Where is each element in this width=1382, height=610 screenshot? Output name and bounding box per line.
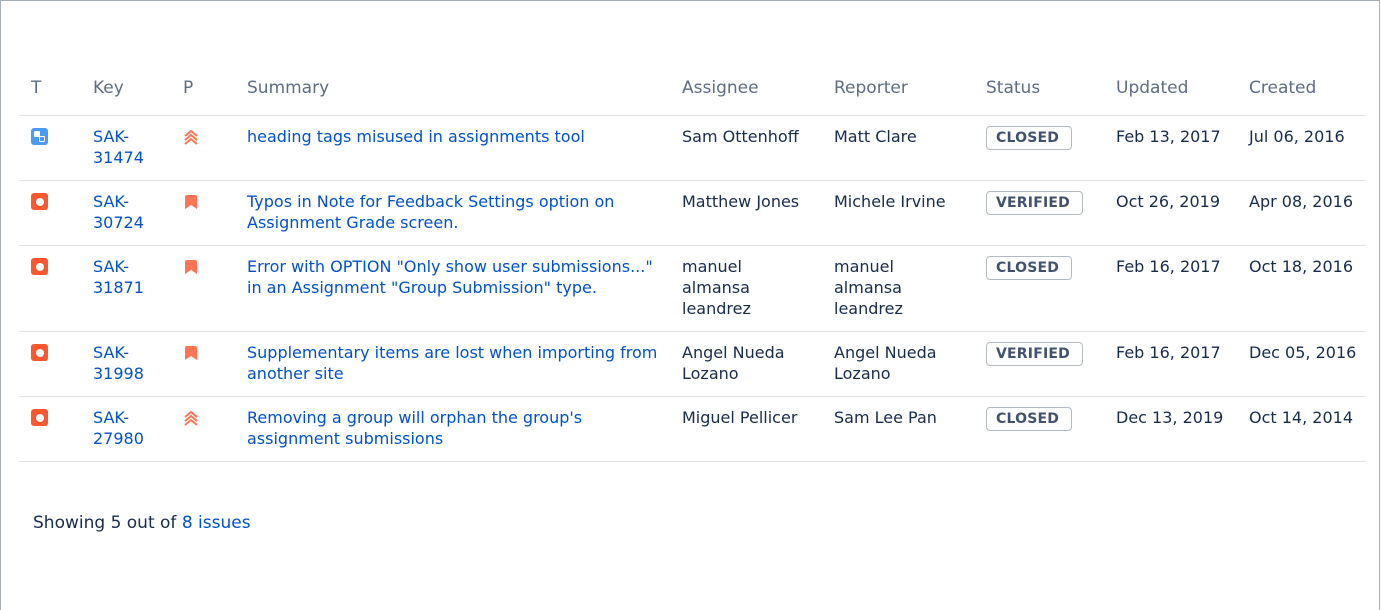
- issue-type-cell: [19, 115, 81, 181]
- issue-summary-link[interactable]: Typos in Note for Feedback Settings opti…: [247, 192, 614, 232]
- table-row[interactable]: SAK-31871 Error with OPTION "Only show us…: [19, 245, 1366, 332]
- issue-assignee: Miguel Pellicer: [670, 396, 822, 462]
- issue-created: Oct 14, 2014: [1237, 396, 1366, 462]
- column-header-reporter[interactable]: Reporter: [822, 60, 974, 116]
- issue-updated: Oct 26, 2019: [1104, 180, 1237, 246]
- issue-reporter: manuel almansa leandrez: [822, 245, 974, 332]
- issue-updated: Feb 13, 2017: [1104, 115, 1237, 181]
- issue-key-cell: SAK-30724: [81, 180, 171, 246]
- status-badge: VERIFIED: [986, 342, 1083, 366]
- issue-created: Apr 08, 2016: [1237, 180, 1366, 246]
- issue-status-cell: VERIFIED: [974, 331, 1104, 397]
- issue-key-link[interactable]: SAK-30724: [93, 192, 144, 232]
- priority-major-icon: [183, 409, 199, 427]
- status-badge: CLOSED: [986, 126, 1073, 150]
- bug-icon: [31, 193, 48, 210]
- column-header-summary[interactable]: Summary: [235, 60, 670, 116]
- issue-summary-link[interactable]: Removing a group will orphan the group's…: [247, 408, 582, 448]
- issue-reporter: Michele Irvine: [822, 180, 974, 246]
- column-header-key[interactable]: Key: [81, 60, 171, 116]
- issue-status-cell: VERIFIED: [974, 180, 1104, 246]
- issue-status-cell: CLOSED: [974, 245, 1104, 332]
- all-issues-link[interactable]: 8 issues: [182, 513, 251, 533]
- column-header-type[interactable]: T: [19, 60, 81, 116]
- issue-summary-cell: Supplementary items are lost when import…: [235, 331, 670, 397]
- issue-status-cell: CLOSED: [974, 396, 1104, 462]
- table-row[interactable]: SAK-31998 Supplementary items are lost wh…: [19, 331, 1366, 397]
- issue-assignee: Matthew Jones: [670, 180, 822, 246]
- issue-status-cell: CLOSED: [974, 115, 1104, 181]
- issue-assignee: Angel Nueda Lozano: [670, 331, 822, 397]
- bug-icon: [31, 258, 48, 275]
- column-header-updated[interactable]: Updated: [1104, 60, 1237, 116]
- issue-created: Dec 05, 2016: [1237, 331, 1366, 397]
- status-badge: CLOSED: [986, 256, 1073, 280]
- issue-type-cell: [19, 396, 81, 462]
- issue-key-cell: SAK-31474: [81, 115, 171, 181]
- issue-summary-cell: Removing a group will orphan the group's…: [235, 396, 670, 462]
- subtask-icon: [31, 128, 48, 145]
- priority-minor-icon: [183, 258, 199, 276]
- issue-key-link[interactable]: SAK-31871: [93, 257, 144, 297]
- issue-created: Oct 18, 2016: [1237, 245, 1366, 332]
- issue-type-cell: [19, 245, 81, 332]
- results-count-text: Showing 5 out of: [33, 513, 182, 533]
- issue-created: Jul 06, 2016: [1237, 115, 1366, 181]
- issue-summary-link[interactable]: Error with OPTION "Only show user submis…: [247, 257, 653, 297]
- priority-minor-icon: [183, 344, 199, 362]
- priority-major-icon: [183, 128, 199, 146]
- issue-reporter: Matt Clare: [822, 115, 974, 181]
- status-badge: CLOSED: [986, 407, 1073, 431]
- issue-assignee: manuel almansa leandrez: [670, 245, 822, 332]
- issue-table: T Key P Summary Assignee Reporter Status…: [19, 60, 1366, 462]
- table-row[interactable]: SAK-27980 Removing a group will orphan th…: [19, 396, 1366, 462]
- issue-type-cell: [19, 331, 81, 397]
- column-header-priority[interactable]: P: [171, 60, 235, 116]
- issue-assignee: Sam Ottenhoff: [670, 115, 822, 181]
- issue-reporter: Angel Nueda Lozano: [822, 331, 974, 397]
- bug-icon: [31, 409, 48, 426]
- issue-updated: Dec 13, 2019: [1104, 396, 1237, 462]
- priority-minor-icon: [183, 193, 199, 211]
- issue-reporter: Sam Lee Pan: [822, 396, 974, 462]
- column-header-status[interactable]: Status: [974, 60, 1104, 116]
- table-header-row: T Key P Summary Assignee Reporter Status…: [19, 60, 1366, 116]
- results-footer: Showing 5 out of 8 issues: [33, 513, 251, 533]
- issue-priority-cell: [171, 180, 235, 246]
- issue-priority-cell: [171, 331, 235, 397]
- issue-priority-cell: [171, 115, 235, 181]
- table-row[interactable]: SAK-31474 heading tags misused in assignm…: [19, 115, 1366, 181]
- column-header-created[interactable]: Created: [1237, 60, 1366, 116]
- issue-summary-cell: heading tags misused in assignments tool: [235, 115, 670, 181]
- issue-summary-link[interactable]: Supplementary items are lost when import…: [247, 343, 657, 383]
- issue-updated: Feb 16, 2017: [1104, 245, 1237, 332]
- bug-icon: [31, 344, 48, 361]
- table-row[interactable]: SAK-30724 Typos in Note for Feedback Sett…: [19, 180, 1366, 246]
- issue-key-link[interactable]: SAK-31474: [93, 127, 144, 167]
- issue-summary-cell: Typos in Note for Feedback Settings opti…: [235, 180, 670, 246]
- issue-key-cell: SAK-31871: [81, 245, 171, 332]
- issue-key-cell: SAK-31998: [81, 331, 171, 397]
- issue-key-cell: SAK-27980: [81, 396, 171, 462]
- issue-key-link[interactable]: SAK-27980: [93, 408, 144, 448]
- issue-priority-cell: [171, 396, 235, 462]
- issue-key-link[interactable]: SAK-31998: [93, 343, 144, 383]
- issue-type-cell: [19, 180, 81, 246]
- status-badge: VERIFIED: [986, 191, 1083, 215]
- issue-priority-cell: [171, 245, 235, 332]
- issue-summary-cell: Error with OPTION "Only show user submis…: [235, 245, 670, 332]
- issue-summary-link[interactable]: heading tags misused in assignments tool: [247, 127, 585, 146]
- column-header-assignee[interactable]: Assignee: [670, 60, 822, 116]
- issue-updated: Feb 16, 2017: [1104, 331, 1237, 397]
